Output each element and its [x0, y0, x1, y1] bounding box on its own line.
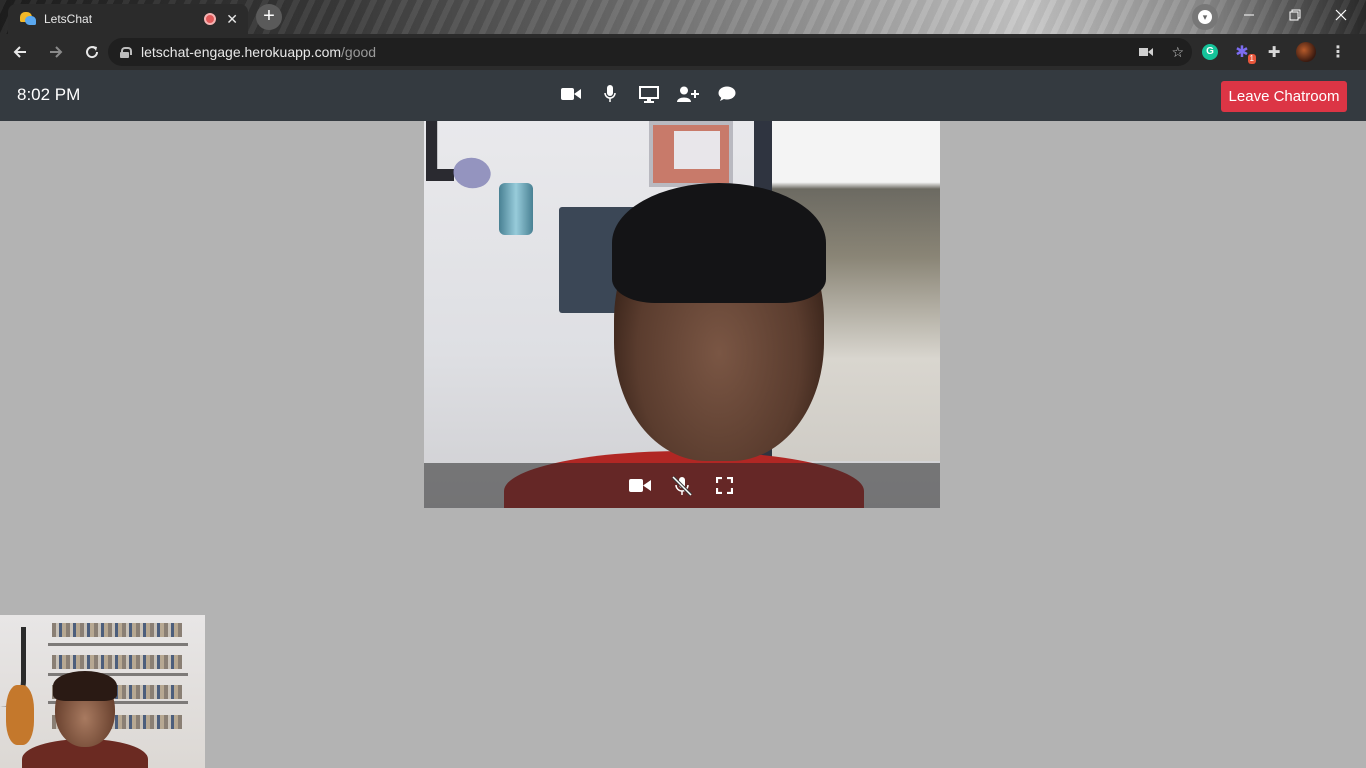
microphone-icon [604, 85, 616, 102]
video-stage [0, 121, 1366, 768]
arrow-left-icon [13, 46, 26, 58]
tab-search-button[interactable]: ▾ [1192, 4, 1218, 30]
address-bar[interactable]: letschat-engage.herokuapp.com/good ☆ [108, 38, 1192, 66]
extensions-puzzle-icon[interactable]: ✚ [1264, 42, 1284, 62]
chat-icon [718, 86, 736, 101]
add-participant-button[interactable] [677, 83, 699, 105]
recording-indicator-icon [204, 13, 217, 25]
tab-close-icon[interactable]: ✕ [226, 12, 238, 26]
minimize-icon [1244, 14, 1254, 16]
restore-button[interactable] [1272, 0, 1318, 30]
add-user-icon [677, 86, 699, 102]
reload-button[interactable] [76, 36, 108, 68]
remote-mute-toggle-button[interactable] [671, 475, 693, 497]
remote-video-toggle-button[interactable] [629, 475, 651, 497]
chevron-down-icon: ▾ [1198, 10, 1212, 24]
remote-video[interactable] [424, 121, 940, 508]
leave-chatroom-button[interactable]: Leave Chatroom [1221, 81, 1347, 112]
screen-share-icon [639, 85, 659, 103]
close-window-button[interactable] [1318, 0, 1364, 30]
fullscreen-button[interactable] [713, 475, 735, 497]
camera-in-use-icon[interactable] [1139, 44, 1154, 60]
bookmark-star-icon[interactable]: ☆ [1171, 44, 1184, 61]
profile-avatar[interactable] [1296, 42, 1316, 62]
grammarly-extension-icon[interactable]: G [1200, 42, 1220, 62]
mic-toggle-button[interactable] [599, 83, 621, 105]
browser-toolbar: letschat-engage.herokuapp.com/good ☆ G ✱… [0, 34, 1366, 70]
browser-tab-strip: LetsChat ✕ + ▾ [0, 0, 1366, 34]
lock-icon [120, 46, 132, 58]
forward-button[interactable] [40, 36, 72, 68]
tab-title: LetsChat [44, 12, 93, 26]
clock: 8:02 PM [17, 85, 81, 104]
call-controls [560, 83, 738, 105]
chat-button[interactable] [716, 83, 738, 105]
screen-share-button[interactable] [638, 83, 660, 105]
url-host: letschat-engage.herokuapp.com [141, 44, 342, 60]
browser-tab[interactable]: LetsChat ✕ [8, 4, 248, 34]
back-button[interactable] [4, 36, 36, 68]
video-camera-icon [629, 479, 651, 492]
arrow-right-icon [50, 46, 63, 58]
new-tab-button[interactable]: + [256, 4, 282, 30]
video-toggle-button[interactable] [560, 83, 582, 105]
extension-gear-icon[interactable]: ✱ 1 [1232, 42, 1256, 64]
chat-bubbles-favicon-icon [20, 12, 36, 26]
reload-icon [86, 46, 99, 59]
browser-menu-icon[interactable]: ⋮ [1328, 42, 1348, 62]
app-navbar: 8:02 PM Leave Chatroom [0, 70, 1366, 121]
url-path: /good [341, 44, 377, 60]
local-video[interactable] [0, 615, 205, 768]
minimize-button[interactable] [1226, 0, 1272, 30]
close-icon [1335, 9, 1347, 21]
microphone-muted-icon [671, 475, 693, 496]
restore-icon [1289, 9, 1301, 21]
extension-badge: 1 [1247, 54, 1256, 64]
video-overlay-controls [424, 463, 940, 508]
video-camera-icon [561, 88, 581, 100]
fullscreen-icon [715, 477, 733, 494]
